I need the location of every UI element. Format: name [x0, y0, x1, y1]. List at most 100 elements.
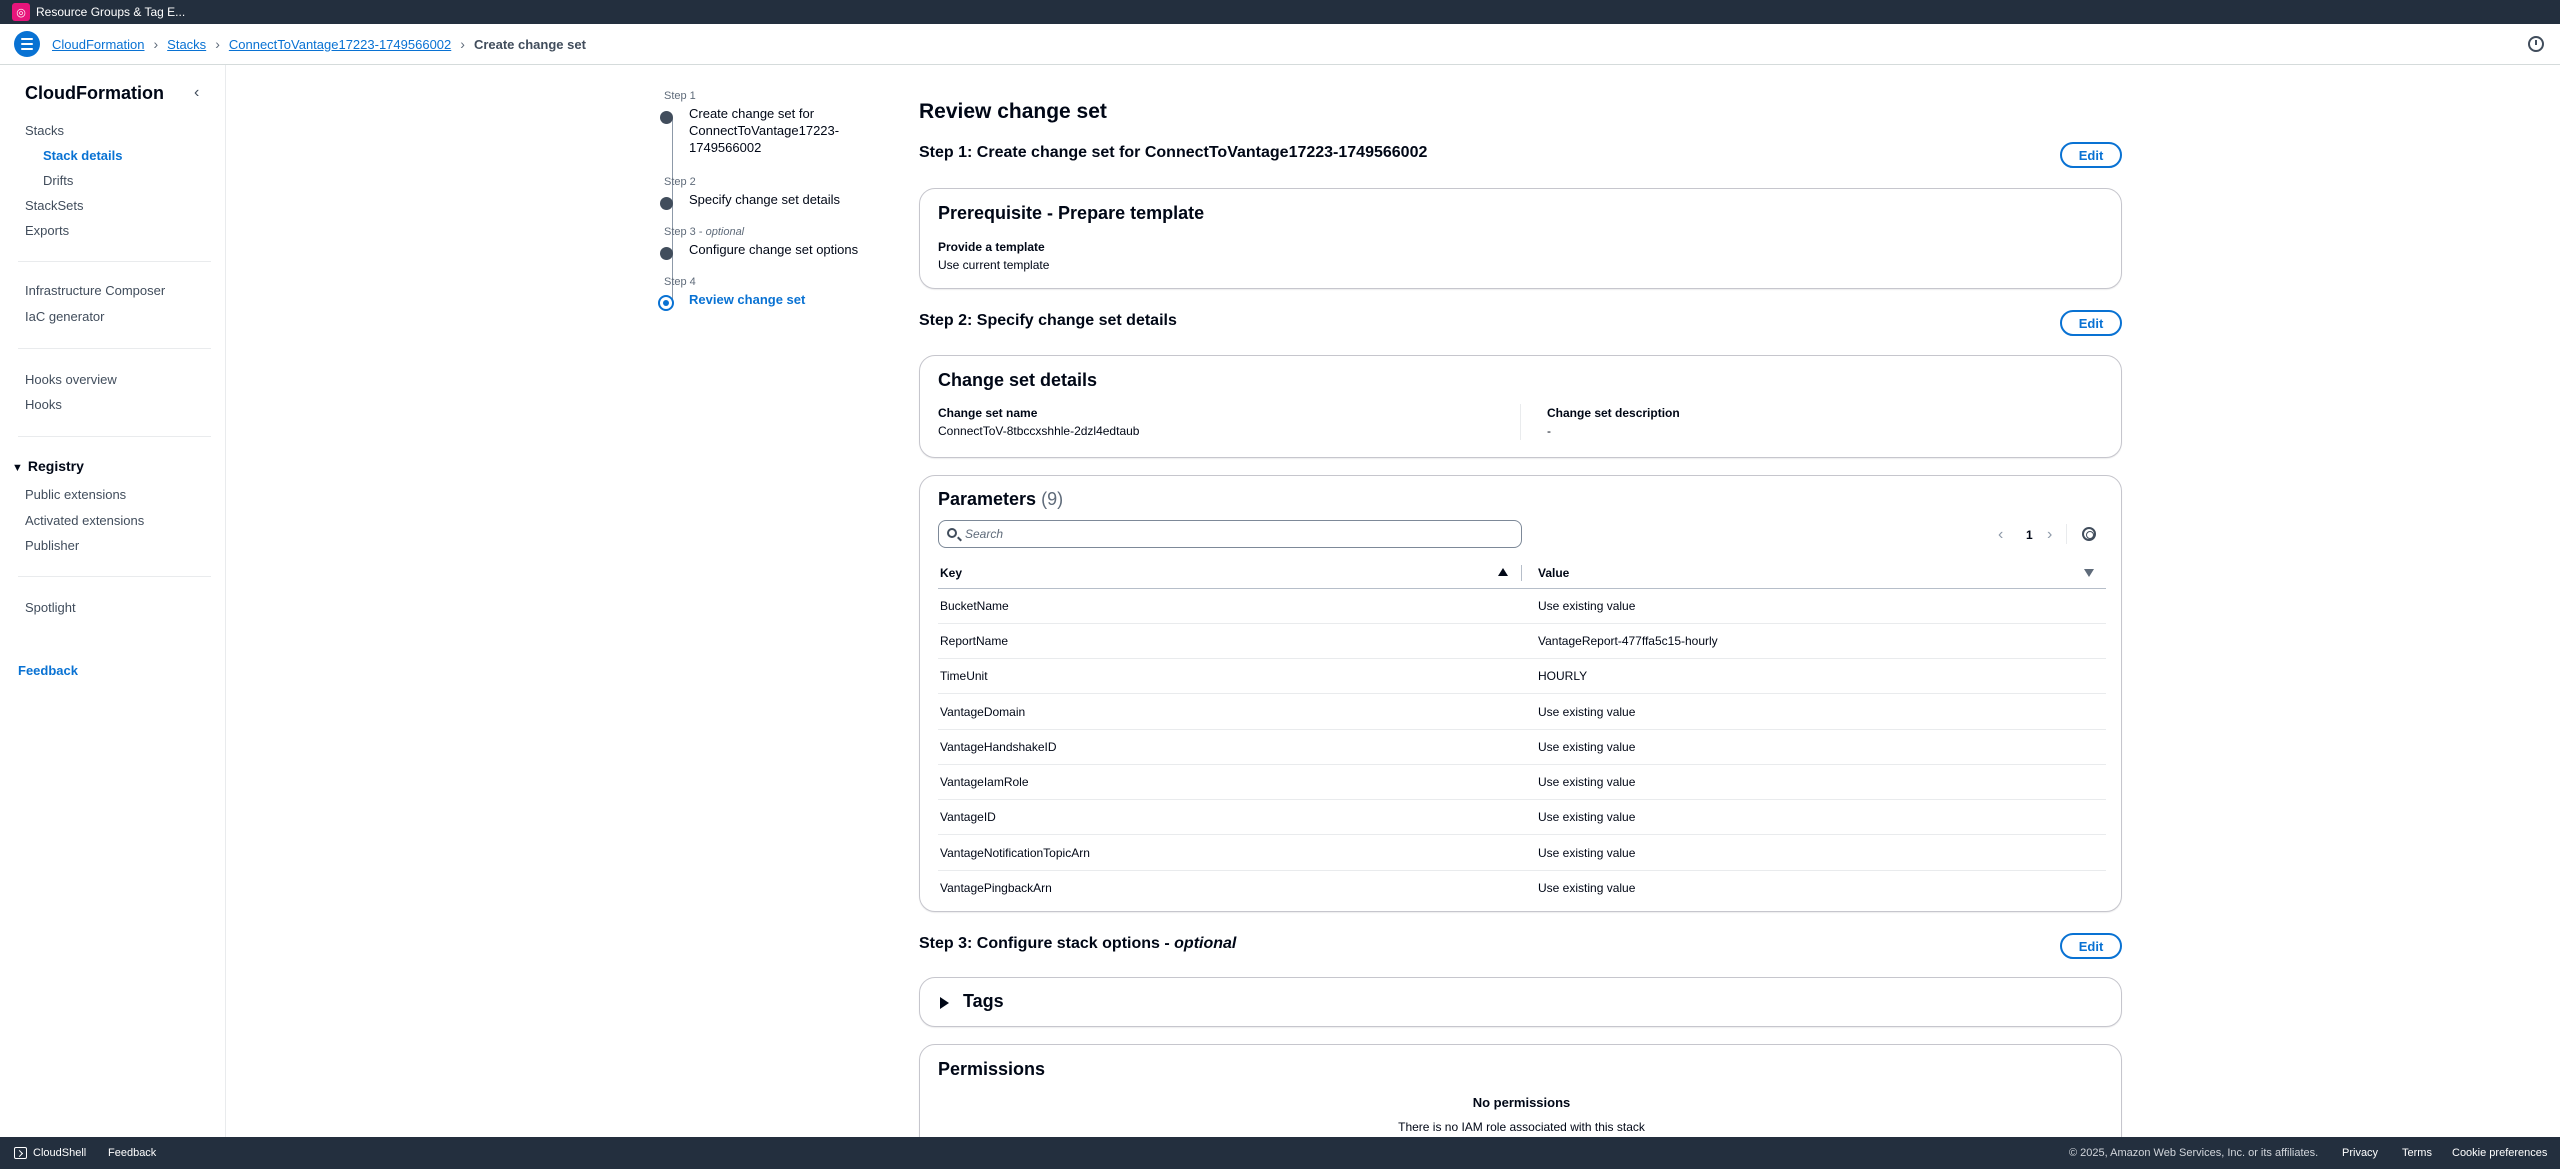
search-placeholder: Search [965, 527, 1004, 541]
param-key: VantageIamRole [940, 775, 1029, 789]
table-row: VantageNotificationTopicArn Use existing … [938, 836, 2106, 871]
sidebar-item-iac-generator[interactable]: IaC generator [25, 309, 105, 324]
sidebar-item-hooks[interactable]: Hooks [25, 397, 62, 412]
footer-cookie-preferences[interactable]: Cookie preferences [2452, 1147, 2547, 1159]
chevron-right-icon[interactable]: › [2047, 526, 2052, 543]
page-title: Review change set [919, 100, 1107, 123]
provide-template-label: Provide a template [938, 240, 1045, 254]
step1-edit-button[interactable]: Edit [2060, 142, 2122, 168]
sort-descending-icon[interactable] [2084, 569, 2094, 577]
sidebar-item-stacks[interactable]: Stacks [25, 123, 64, 138]
change-set-description-label: Change set description [1547, 406, 1680, 420]
footer-feedback[interactable]: Feedback [108, 1147, 156, 1159]
breadcrumb-stack[interactable]: ConnectToVantage17223-1749566002 [229, 37, 451, 52]
footer-terms[interactable]: Terms [2402, 1147, 2432, 1159]
footer-cloudshell[interactable]: CloudShell [33, 1147, 86, 1159]
parameters-title-text: Parameters [938, 489, 1037, 509]
wizard-step-1[interactable]: Step 1 Create change set for ConnectToVa… [660, 90, 849, 156]
footer: CloudShell Feedback © 2025, Amazon Web S… [0, 1137, 2560, 1169]
table-row: VantageID Use existing value [938, 800, 2106, 835]
search-icon [947, 528, 957, 538]
step3-header: Step 3: Configure stack options - option… [919, 935, 1236, 953]
param-value: Use existing value [1538, 740, 1636, 754]
sidebar-item-stacksets[interactable]: StackSets [25, 198, 84, 213]
collapse-sidebar-icon[interactable]: ‹ [194, 84, 199, 102]
cloudshell-icon[interactable] [14, 1147, 27, 1159]
column-divider [1520, 404, 1521, 440]
param-key: VantageDomain [940, 705, 1026, 719]
pagination: ‹ [1998, 526, 2003, 544]
breadcrumb-cloudformation[interactable]: CloudFormation [52, 37, 145, 52]
no-permissions-description: There is no IAM role associated with thi… [1398, 1120, 1645, 1134]
step3-edit-button[interactable]: Edit [2060, 933, 2122, 959]
param-value: VantageReport-477ffa5c15-hourly [1538, 634, 1718, 648]
step-optional-label: optional [705, 226, 745, 238]
footer-privacy[interactable]: Privacy [2342, 1147, 2378, 1159]
chevron-right-icon: › [153, 36, 159, 52]
sidebar-section-registry[interactable]: ▼ Registry [12, 458, 84, 474]
column-header-key[interactable]: Key [940, 566, 962, 580]
sidebar-item-spotlight[interactable]: Spotlight [25, 600, 76, 615]
step-name: Specify change set details [689, 192, 841, 207]
clock-icon[interactable] [2528, 36, 2544, 52]
nav-divider [18, 576, 211, 577]
column-resizer[interactable] [1521, 565, 1522, 581]
change-set-details-card: Change set details Change set name Conne… [919, 355, 2122, 458]
step-number: Step 4 [664, 276, 696, 288]
param-key: VantageNotificationTopicArn [940, 846, 1090, 860]
menu-icon[interactable] [14, 31, 40, 57]
sidebar-item-hooks-overview[interactable]: Hooks overview [25, 372, 117, 387]
pagination-page[interactable]: 1 [2026, 528, 2033, 542]
resource-groups-icon[interactable]: ◎ [12, 3, 30, 21]
param-value: Use existing value [1538, 599, 1636, 613]
sort-ascending-icon[interactable] [1498, 568, 1508, 576]
wizard-step-2[interactable]: Step 2 Specify change set details [660, 176, 841, 210]
registry-label: Registry [27, 458, 84, 474]
step-number: Step 1 [664, 90, 696, 102]
table-row: ReportName VantageReport-477ffa5c15-hourl… [938, 624, 2106, 659]
no-permissions-heading: No permissions [1472, 1095, 1571, 1110]
sidebar-item-public-extensions[interactable]: Public extensions [25, 487, 126, 502]
param-value: HOURLY [1538, 669, 1588, 683]
table-row: BucketName Use existing value [938, 589, 2106, 624]
sidebar-item-drifts[interactable]: Drifts [43, 173, 73, 188]
step-name: Create change set for ConnectToVantage17… [689, 106, 840, 155]
parameters-card: Parameters (9) Search ‹ 1 › Key Value Bu… [919, 475, 2122, 912]
step3-optional-label: optional [1174, 935, 1237, 952]
pagination-next: › [2047, 526, 2052, 544]
footer-copyright: © 2025, Amazon Web Services, Inc. or its… [2069, 1147, 2319, 1159]
service-shortcut-label[interactable]: Resource Groups & Tag E... [36, 5, 185, 19]
param-key: VantagePingbackArn [940, 881, 1052, 895]
change-set-name-label: Change set name [938, 406, 1038, 420]
prerequisite-card-title: Prerequisite - Prepare template [938, 203, 1205, 223]
gear-icon[interactable] [2082, 527, 2096, 541]
change-set-details-title: Change set details [938, 370, 1098, 390]
nav-divider [18, 261, 211, 262]
sidebar-item-stack-details[interactable]: Stack details [43, 148, 123, 163]
tags-card[interactable]: Tags [919, 977, 2122, 1027]
sidebar-title[interactable]: CloudFormation [25, 83, 164, 104]
chevron-right-icon: › [215, 36, 220, 52]
wizard-step-4[interactable]: Step 4 Review change set [658, 276, 806, 311]
step-name: Configure change set options [689, 242, 859, 257]
column-header-value[interactable]: Value [1538, 566, 1569, 580]
step-name: Review change set [689, 292, 806, 307]
page-number[interactable]: 1 [2026, 528, 2033, 542]
pager-divider [2066, 524, 2067, 544]
sidebar-feedback-link[interactable]: Feedback [18, 663, 78, 678]
tags-title[interactable]: Tags [963, 991, 1004, 1012]
provide-template-value: Use current template [938, 258, 1050, 272]
breadcrumb-current: Create change set [473, 36, 586, 52]
step2-edit-button[interactable]: Edit [2060, 310, 2122, 336]
sidebar-item-exports[interactable]: Exports [25, 223, 69, 238]
sidebar-item-publisher[interactable]: Publisher [25, 538, 79, 553]
caret-right-icon[interactable] [940, 997, 949, 1009]
wizard-step-3[interactable]: Step 3 - optional Configure change set o… [660, 226, 859, 260]
sidebar-item-infrastructure-composer[interactable]: Infrastructure Composer [25, 283, 165, 298]
breadcrumb-stacks[interactable]: Stacks [167, 37, 206, 52]
search-input[interactable]: Search [938, 520, 1522, 548]
param-value: Use existing value [1538, 810, 1636, 824]
breadcrumb: CloudFormation › Stacks › ConnectToVanta… [0, 24, 2560, 65]
chevron-left-icon[interactable]: ‹ [1998, 526, 2003, 543]
sidebar-item-activated-extensions[interactable]: Activated extensions [25, 513, 144, 528]
